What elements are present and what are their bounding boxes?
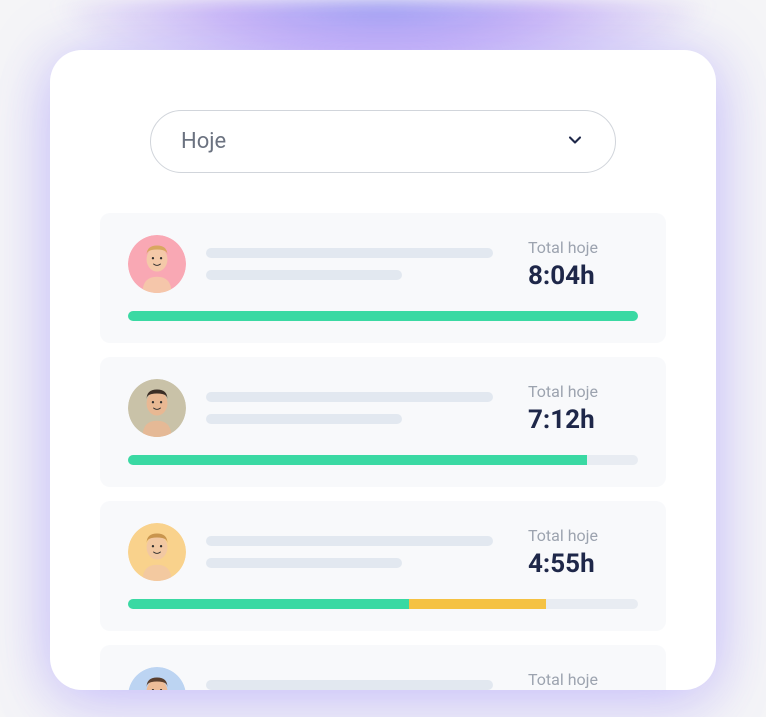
name-placeholder <box>206 536 508 568</box>
chevron-down-icon <box>565 130 585 154</box>
avatar <box>128 667 186 690</box>
total-block: Total hoje 7:12h <box>528 382 638 435</box>
name-placeholder <box>206 392 508 424</box>
avatar <box>128 379 186 437</box>
list-item[interactable]: Total hoje2:08h <box>100 645 666 690</box>
total-block: Total hoje2:08h <box>528 670 638 691</box>
progress-bar <box>128 311 638 321</box>
total-label: Total hoje <box>528 670 638 689</box>
total-value: 7:12h <box>528 405 638 435</box>
avatar <box>128 523 186 581</box>
total-label: Total hoje <box>528 526 638 545</box>
list-item[interactable]: Total hoje 4:55h <box>100 501 666 631</box>
total-label: Total hoje <box>528 382 638 401</box>
total-block: Total hoje 8:04h <box>528 238 638 291</box>
list-item[interactable]: Total hoje 7:12h <box>100 357 666 487</box>
list-item[interactable]: Total hoje 8:04h <box>100 213 666 343</box>
date-range-dropdown[interactable]: Hoje <box>150 110 616 173</box>
avatar <box>128 235 186 293</box>
dropdown-selected-label: Hoje <box>181 129 226 154</box>
time-tracking-card: Hoje Total hoje 8:04h Total hoje 7:12h <box>50 50 716 690</box>
progress-bar <box>128 455 638 465</box>
progress-segment <box>128 311 638 321</box>
name-placeholder <box>206 248 508 280</box>
user-time-list: Total hoje 8:04h Total hoje 7:12h Total ho… <box>100 213 666 690</box>
total-label: Total hoje <box>528 238 638 257</box>
progress-segment <box>128 455 587 465</box>
progress-segment <box>128 599 409 609</box>
total-block: Total hoje 4:55h <box>528 526 638 579</box>
progress-bar <box>128 599 638 609</box>
progress-segment <box>409 599 547 609</box>
total-value: 8:04h <box>528 261 638 291</box>
name-placeholder <box>206 680 508 690</box>
total-value: 4:55h <box>528 549 638 579</box>
